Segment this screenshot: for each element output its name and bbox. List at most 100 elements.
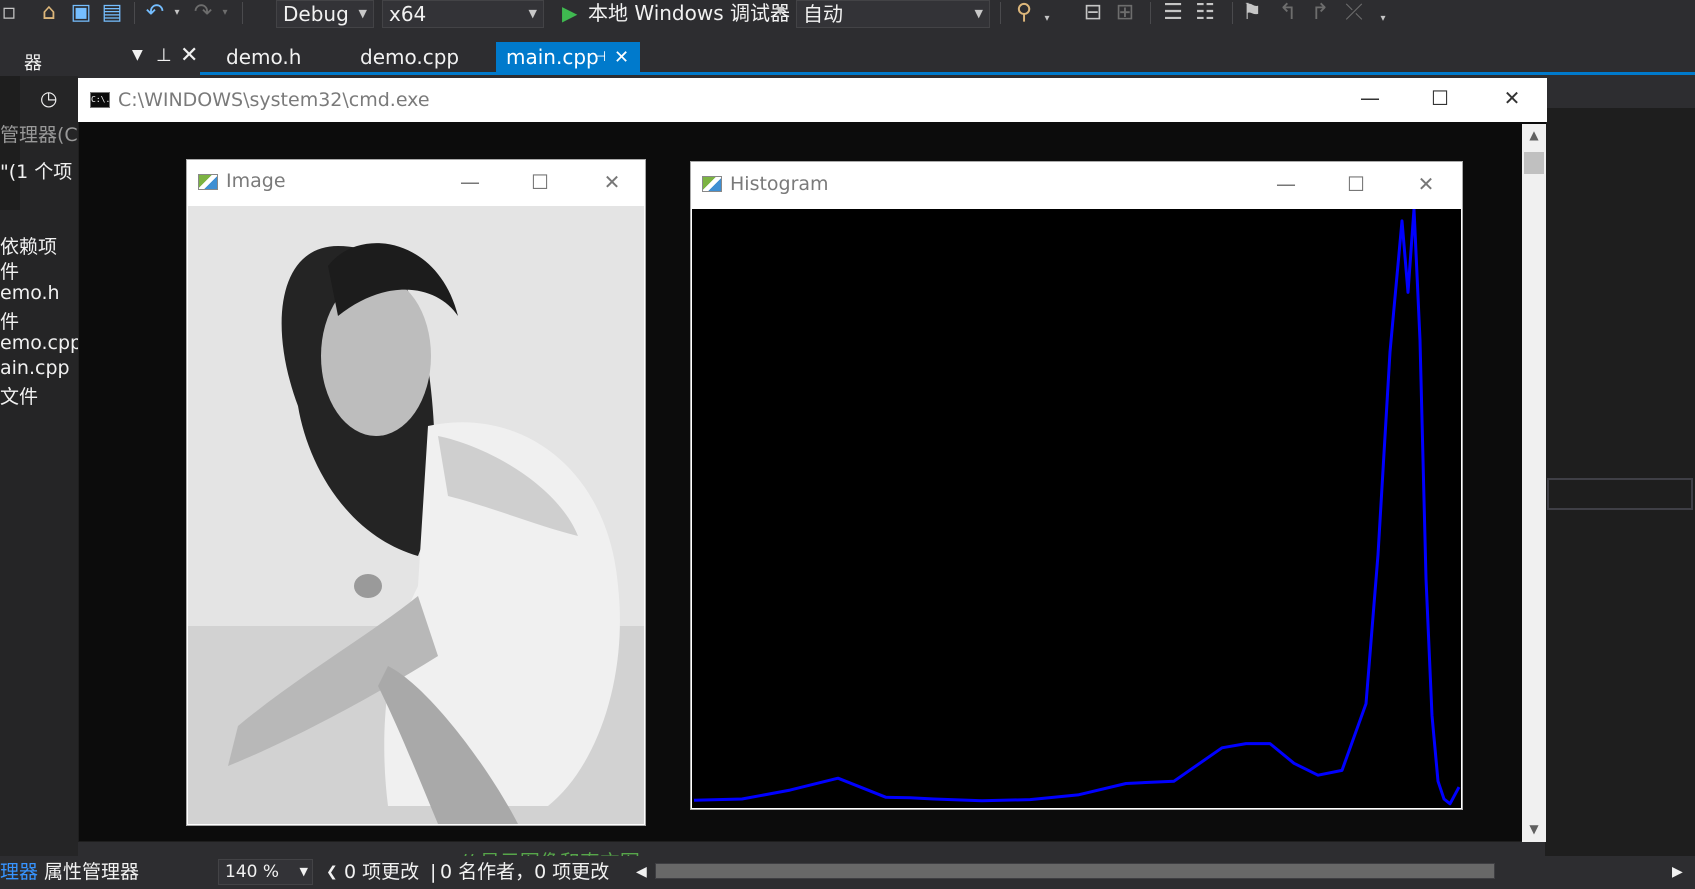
solution-config-value: 自动 (803, 2, 843, 26)
scroll-left-icon[interactable]: ◀ (636, 858, 647, 886)
tree-item-source-folder[interactable]: 件 (0, 307, 19, 334)
tab-demo-h[interactable]: demo.h (216, 42, 311, 73)
close-icon[interactable]: ✕ (614, 42, 629, 73)
zoom-select[interactable]: 140 % ▼ (218, 859, 313, 885)
platform-select[interactable]: x64 ▼ (382, 0, 544, 28)
tab-property-manager[interactable]: 属性管理器 (44, 858, 139, 886)
start-debug-button[interactable]: 本地 Windows 调试器 (588, 0, 790, 26)
solution-explorer-header: 器 ▼ ⊥ ✕ (0, 43, 200, 75)
code-editor[interactable] (1545, 76, 1695, 856)
close-button[interactable]: ✕ (1492, 86, 1532, 110)
cmd-vertical-scrollbar[interactable] (1522, 124, 1546, 842)
next-bookmark-icon[interactable]: ↱ (1308, 0, 1332, 26)
editor-panel-box (1547, 478, 1693, 510)
histogram-series-line (693, 207, 1461, 806)
tree-item-header-folder[interactable]: 件 (0, 257, 19, 284)
solution-explorer-title: 器 (24, 53, 42, 74)
histogram-window-title: Histogram (730, 173, 829, 195)
histogram-window-icon (702, 176, 722, 192)
chevron-down-icon: ▼ (299, 865, 308, 878)
tree-item-demo-cpp[interactable]: emo.cpp (0, 332, 82, 354)
new-file-icon[interactable]: ▫ (0, 0, 18, 26)
toolbar-separator (1000, 2, 1001, 24)
divider: | (430, 861, 437, 883)
cmd-scrollbar-thumb[interactable] (1524, 152, 1544, 174)
tree-item-resource-folder[interactable]: 文件 (0, 382, 38, 409)
close-button[interactable]: ✕ (592, 170, 632, 194)
histogram-chart (692, 207, 1461, 808)
solution-node[interactable]: "(1 个项 (0, 157, 72, 184)
open-folder-icon[interactable]: ⌂ (36, 0, 62, 26)
find-dropdown-icon[interactable]: ▾ (1040, 6, 1054, 32)
tree-item-demo-h[interactable]: emo.h (0, 282, 60, 304)
save-all-icon[interactable]: ▤ (98, 0, 126, 26)
toolbar-separator (1150, 2, 1151, 24)
chevron-left-icon[interactable]: ❮ (326, 858, 338, 886)
comment-lines-icon[interactable]: ☰ (1160, 0, 1186, 26)
toolbar-overflow-icon[interactable]: ▾ (1376, 6, 1390, 32)
tab-demo-cpp[interactable]: demo.cpp (350, 42, 469, 73)
tree-item-main-cpp[interactable]: ain.cpp (0, 357, 70, 379)
toolbar-separator (134, 2, 135, 24)
image-window-icon (198, 174, 218, 190)
tab-label: main.cpp (506, 45, 599, 69)
configuration-value: Debug (283, 2, 349, 26)
maximize-button[interactable]: ☐ (1420, 86, 1460, 110)
maximize-button[interactable]: ☐ (1336, 172, 1376, 196)
close-button[interactable]: ✕ (1406, 172, 1446, 196)
platform-value: x64 (389, 2, 427, 26)
pin-icon[interactable]: ⊣ (594, 42, 606, 73)
undo-icon[interactable]: ↶ (142, 0, 168, 26)
authors-indicator[interactable]: 0 名作者，0 项更改 (440, 858, 609, 886)
start-debug-icon[interactable]: ▶ (562, 0, 577, 26)
tab-solution-explorer[interactable]: 理器 (0, 858, 38, 886)
minimize-button[interactable]: — (1266, 172, 1306, 196)
find-in-files-icon[interactable]: ⚲ (1010, 0, 1038, 26)
panel-menu-icon[interactable]: ▼ (132, 47, 143, 63)
disabled-tool-icon: ⊞ (1115, 0, 1135, 25)
redo-dropdown-icon[interactable]: ▾ (218, 0, 232, 26)
grayscale-photo-drawing (188, 206, 644, 824)
scroll-right-icon[interactable]: ▶ (1672, 858, 1683, 886)
chevron-down-icon: ▼ (358, 7, 367, 20)
horizontal-scrollbar-thumb[interactable] (656, 864, 1494, 878)
scroll-up-icon[interactable]: ▲ (1522, 128, 1546, 142)
toolbar-separator (1232, 2, 1233, 24)
maximize-button[interactable]: ☐ (520, 170, 560, 194)
cmd-icon: C:\. (90, 92, 110, 108)
history-icon[interactable]: ◷ (40, 86, 57, 110)
chevron-down-icon: ▼ (974, 7, 983, 20)
image-window-title: Image (226, 170, 286, 192)
toolbar-separator (242, 2, 243, 24)
histogram-plot (693, 207, 1461, 806)
close-icon[interactable]: ✕ (180, 43, 198, 68)
changes-indicator[interactable]: 0 项更改 (344, 858, 419, 886)
scroll-down-icon[interactable]: ▼ (1522, 822, 1546, 836)
tab-label: demo.cpp (360, 45, 460, 69)
ide-toolbar: ▫ ⌂ ▣ ▤ ↶ ▾ ↷ ▾ Debug ▼ x64 ▼ ▶ 本地 Windo… (0, 0, 1695, 40)
configuration-select[interactable]: Debug ▼ (276, 0, 374, 28)
redo-icon[interactable]: ↷ (190, 0, 216, 26)
save-icon[interactable]: ▣ (68, 0, 94, 26)
undo-dropdown-icon[interactable]: ▾ (170, 0, 184, 26)
run-dropdown-icon[interactable]: ▼ (776, 4, 784, 17)
grayscale-photo (188, 206, 644, 824)
solution-config-select[interactable]: 自动 ▼ (796, 0, 990, 28)
tab-label: demo.h (226, 45, 302, 69)
solution-explorer-search-label: 管理器(C (0, 124, 78, 146)
tree-item-dependencies[interactable]: 依赖项 (0, 232, 57, 259)
previous-bookmark-icon[interactable]: ↰ (1276, 0, 1300, 26)
tab-accent-line (200, 72, 1695, 75)
cmd-title: C:\WINDOWS\system32\cmd.exe (118, 89, 430, 111)
pin-icon[interactable]: ⊥ (156, 45, 172, 66)
bookmark-icon[interactable]: ⚑ (1240, 0, 1264, 26)
editor-navigation-bar (1545, 76, 1695, 108)
tab-main-cpp[interactable]: main.cpp ⊣ ✕ (496, 42, 640, 73)
zoom-value: 140 % (225, 862, 280, 882)
clear-bookmarks-icon[interactable]: ⤫ (1342, 0, 1366, 26)
minimize-button[interactable]: — (1350, 86, 1390, 110)
uncomment-lines-icon[interactable]: ☷ (1192, 0, 1218, 26)
minimize-button[interactable]: — (450, 170, 490, 194)
chevron-down-icon: ▼ (528, 7, 537, 20)
outline-icon[interactable]: ⊟ (1080, 0, 1106, 26)
